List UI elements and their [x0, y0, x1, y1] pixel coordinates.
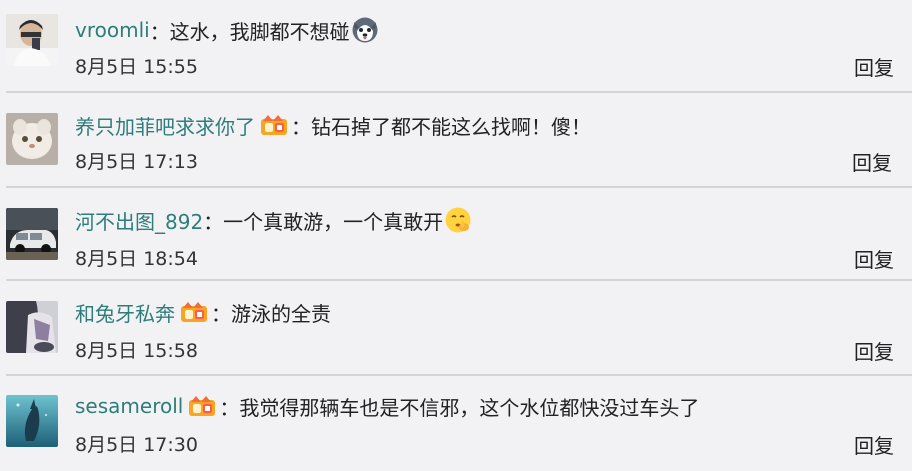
vip-badge-icon: [187, 394, 217, 418]
avatar[interactable]: [6, 208, 58, 260]
comment-timestamp: 8月5日 17:13: [75, 151, 198, 173]
username-link[interactable]: vroomli: [75, 18, 150, 42]
username-link[interactable]: sesameroll: [75, 394, 183, 418]
vip-badge-icon: [179, 300, 209, 324]
comment-content: sesameroll ：我觉得那辆车也是不信邪，这个水位都快没过车头了: [75, 390, 699, 422]
comment-timestamp: 8月5日 18:54: [75, 248, 198, 270]
divider: [6, 279, 912, 281]
vip-badge-icon: [259, 113, 289, 137]
comment-text: ：一个真敢游，一个真敢开: [203, 209, 444, 234]
comment-content: 和兔牙私奔 ：游泳的全责: [75, 296, 331, 328]
reply-button[interactable]: 回复: [854, 244, 894, 273]
username-link[interactable]: 河不出图_892: [75, 206, 203, 235]
comment-timestamp: 8月5日 17:30: [75, 434, 198, 456]
divider: [6, 91, 912, 93]
comment-item: vroomli ：这水，我脚都不想碰 8月5日 15:55 回复: [0, 0, 912, 93]
reply-button[interactable]: 回复: [854, 52, 894, 81]
shush-face-emoji-icon: [444, 206, 472, 234]
reply-button[interactable]: 回复: [852, 147, 892, 176]
comment-item: 和兔牙私奔 ：游泳的全责 8月5日 15:58 回复: [0, 283, 912, 376]
comment-text: ：游泳的全责: [211, 301, 331, 326]
comment-content: 河不出图_892 ：一个真敢游，一个真敢开: [75, 204, 472, 236]
comment-item: 河不出图_892 ：一个真敢游，一个真敢开 8月5日 18:54 回复: [0, 188, 912, 281]
comment-content: 养只加菲吧求求你了 ：钻石掉了都不能这么找啊！傻！: [75, 109, 591, 141]
reply-button[interactable]: 回复: [854, 430, 894, 459]
comment-text: ：我觉得那辆车也是不信邪，这个水位都快没过车头了: [219, 395, 700, 420]
divider: [6, 374, 912, 376]
comment-content: vroomli ：这水，我脚都不想碰: [75, 14, 379, 46]
comment-text: ：这水，我脚都不想碰: [149, 19, 350, 44]
comment-text: ：钻石掉了都不能这么找啊！傻！: [291, 114, 591, 139]
comment-timestamp: 8月5日 15:58: [75, 340, 198, 362]
username-link[interactable]: 养只加菲吧求求你了: [75, 111, 255, 140]
comment-item: 养只加菲吧求求你了 ：钻石掉了都不能这么找啊！傻！ 8月5日 17:13 回复: [0, 95, 912, 188]
comment-list: vroomli ：这水，我脚都不想碰 8月5日 15:55 回复 养只加菲吧求求…: [0, 0, 912, 471]
avatar[interactable]: [6, 395, 58, 447]
username-link[interactable]: 和兔牙私奔: [75, 298, 175, 327]
reply-button[interactable]: 回复: [854, 336, 894, 365]
avatar[interactable]: [6, 301, 58, 353]
avatar[interactable]: [6, 113, 58, 165]
avatar[interactable]: [6, 14, 58, 66]
comment-timestamp: 8月5日 15:55: [75, 56, 198, 78]
comment-item: sesameroll ：我觉得那辆车也是不信邪，这个水位都快没过车头了 8月5日…: [0, 377, 912, 471]
husky-emoji-icon: [351, 16, 379, 44]
